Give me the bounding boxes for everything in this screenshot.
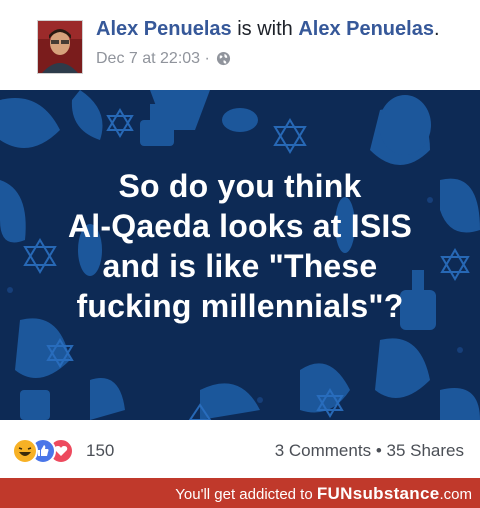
- caption-line: Al-Qaeda looks at ISIS: [67, 208, 413, 244]
- meta-separator: ·: [204, 50, 210, 67]
- caption-line: So do you think: [118, 168, 362, 204]
- watermark-banner: You'll get addicted to FUNsubstance.com: [0, 478, 480, 508]
- post-image[interactable]: So do you think Al-Qaeda looks at ISIS a…: [0, 90, 480, 420]
- haha-icon: [12, 438, 38, 464]
- post-title: Alex Penuelas is with Alex Penuelas.: [96, 18, 440, 41]
- tagged-name[interactable]: Alex Penuelas: [298, 18, 434, 40]
- stats-separator: •: [375, 441, 382, 460]
- post-meta: Dec 7 at 22:03 ·: [96, 50, 231, 71]
- caption-line: and is like "These: [102, 248, 378, 284]
- globe-icon[interactable]: [216, 51, 231, 71]
- title-period: .: [433, 18, 440, 40]
- post-header: Alex Penuelas is with Alex Penuelas. Dec…: [0, 0, 480, 90]
- author-name[interactable]: Alex Penuelas: [96, 18, 232, 40]
- watermark-suffix: .com: [439, 486, 472, 503]
- engagement-stats: 3 Comments • 35 Shares: [275, 441, 464, 461]
- reaction-count[interactable]: 150: [86, 441, 114, 461]
- watermark-prefix: You'll get addicted to: [175, 486, 313, 503]
- caption-line: fucking millennials"?: [76, 288, 404, 324]
- avatar[interactable]: [37, 20, 83, 74]
- shares-link[interactable]: 35 Shares: [387, 441, 465, 460]
- with-text: is with: [237, 18, 293, 40]
- watermark-brand: FUNsubstance: [316, 484, 440, 503]
- comments-link[interactable]: 3 Comments: [275, 441, 371, 460]
- meme-caption: So do you think Al-Qaeda looks at ISIS a…: [0, 166, 480, 326]
- watermark-text: You'll get addicted to FUNsubstance.com: [175, 484, 472, 504]
- post-timestamp[interactable]: Dec 7 at 22:03: [96, 50, 200, 67]
